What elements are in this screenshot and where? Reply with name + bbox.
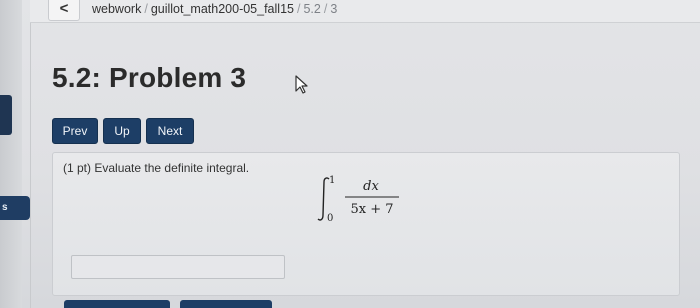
page-title: 5.2: Problem 3 (52, 62, 247, 93)
left-sidebar (0, 0, 22, 308)
up-button[interactable]: Up (103, 118, 141, 144)
mouse-cursor-icon (295, 75, 308, 94)
submit-button[interactable] (64, 300, 170, 308)
problem-box: (1 pt) Evaluate the definite integral. 1… (52, 152, 680, 296)
sidebar-tab[interactable] (0, 95, 12, 135)
breadcrumb-item-set[interactable]: 5.2 (303, 2, 320, 16)
problem-statement: (1 pt) Evaluate the definite integral. (63, 161, 249, 175)
back-button[interactable]: < (48, 0, 80, 21)
breadcrumb-separator: / (323, 2, 328, 16)
integral-expression: 1 0 dx 5x + 7 (317, 175, 399, 224)
problem-points: (1 pt) (63, 161, 92, 175)
next-button[interactable]: Next (146, 118, 194, 144)
integral-upper-limit: 1 (329, 175, 335, 186)
breadcrumb-separator: / (144, 2, 148, 16)
integral-denominator: 5x + 7 (350, 202, 393, 217)
breadcrumb-separator: / (296, 2, 301, 16)
prev-button[interactable]: Prev (52, 118, 98, 144)
breadcrumb-item-problem: 3 (330, 2, 338, 16)
webwork-page: s < webwork / guillot_math200-05_fall15/5.… (0, 0, 700, 308)
breadcrumb-item-course[interactable]: guillot_math200-05_fall15 (151, 2, 294, 16)
integral-numerator: dx (363, 179, 379, 194)
preview-button[interactable] (180, 300, 272, 308)
content-divider (30, 0, 31, 308)
problem-instruction: Evaluate the definite integral. (94, 161, 250, 175)
integral-lower-limit: 0 (327, 213, 333, 224)
answer-input[interactable] (71, 255, 285, 279)
breadcrumb-item-webwork[interactable]: webwork (92, 2, 141, 16)
sidebar-badge[interactable]: s (0, 196, 30, 220)
breadcrumb: webwork / guillot_math200-05_fall15/5.2/3 (92, 2, 337, 16)
